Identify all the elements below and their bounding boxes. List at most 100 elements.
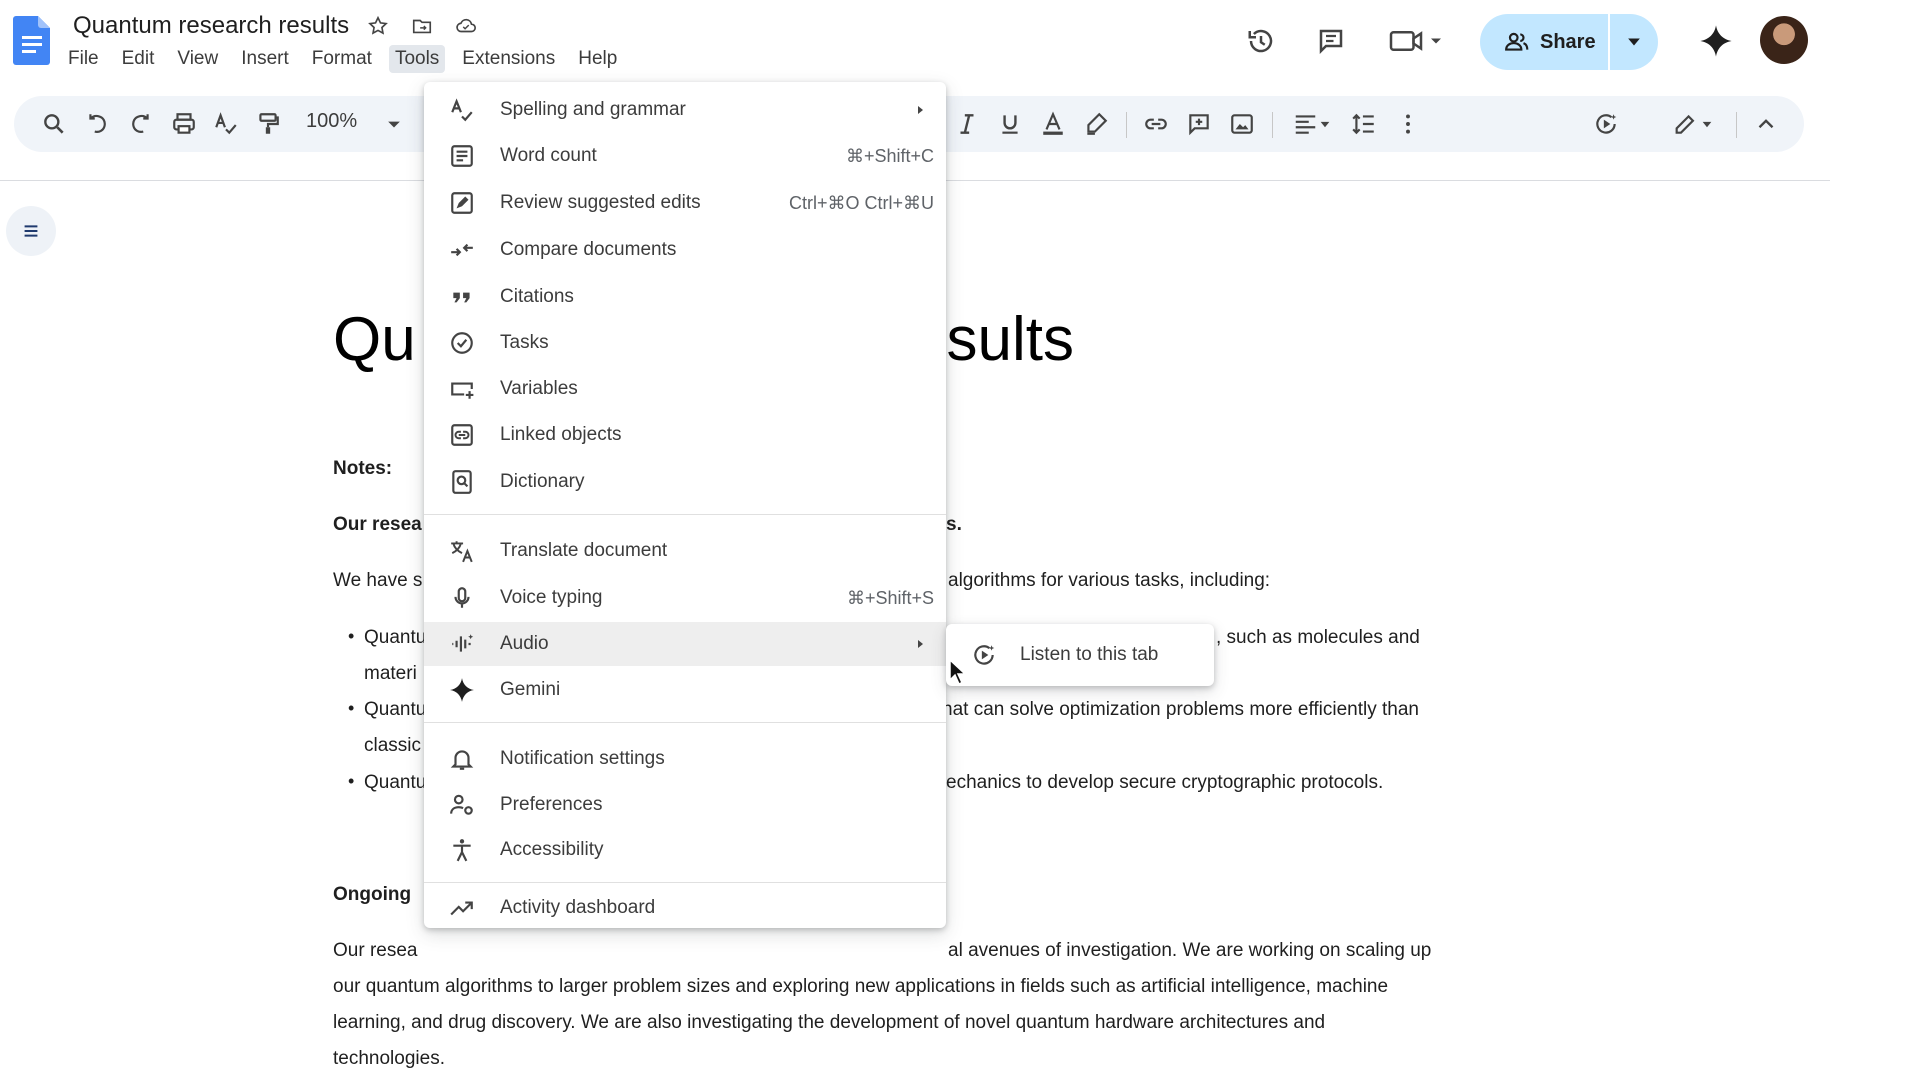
menu-edit[interactable]: Edit [116, 45, 161, 73]
avatar[interactable] [1760, 16, 1808, 64]
more-options-icon[interactable] [1390, 106, 1426, 142]
menu-item-voice-typing[interactable]: Voice typing ⌘+Shift+S [424, 576, 946, 620]
toolbar-divider [1126, 112, 1127, 138]
menu-item-notification-settings[interactable]: Notification settings [424, 737, 946, 781]
cloud-saved-icon[interactable] [451, 11, 481, 41]
text-color-icon[interactable] [1035, 106, 1071, 142]
document-heading-left: Qu [333, 305, 416, 374]
meet-icon[interactable] [1380, 20, 1452, 62]
comments-icon[interactable] [1310, 20, 1352, 62]
italic-icon[interactable] [949, 106, 985, 142]
compare-icon [448, 236, 476, 264]
task-check-icon [448, 329, 476, 357]
menu-item-listen-to-tab[interactable]: Listen to this tab [946, 633, 1214, 677]
menu-item-label: Translate document [500, 540, 668, 561]
menu-item-translate-document[interactable]: Translate document [424, 529, 946, 573]
review-edits-icon [448, 189, 476, 217]
gemini-icon [448, 676, 476, 704]
menu-item-variables[interactable]: Variables [424, 367, 946, 411]
star-icon[interactable] [363, 11, 393, 41]
collapse-menus-icon[interactable] [1748, 106, 1784, 142]
spellcheck-toolbar-icon[interactable] [208, 106, 244, 142]
insert-link-icon[interactable] [1138, 106, 1174, 142]
share-button[interactable]: Share [1480, 14, 1658, 70]
menu-item-word-count[interactable]: Word count ⌘+Shift+C [424, 134, 946, 178]
listen-tab-icon[interactable] [1588, 106, 1624, 142]
menu-item-dictionary[interactable]: Dictionary [424, 460, 946, 504]
menu-item-label: Accessibility [500, 839, 604, 860]
bullet-1-right: , such as molecules and [1216, 627, 1420, 648]
intro-left: We have s [333, 570, 423, 591]
menu-item-label: Listen to this tab [1020, 644, 1159, 665]
bold-line-right: s. [946, 514, 962, 535]
menu-item-accessibility[interactable]: Accessibility [424, 828, 946, 872]
quote-icon [448, 283, 476, 311]
submenu-arrow-icon [918, 106, 923, 114]
menu-item-label: Notification settings [500, 748, 665, 769]
search-menus-icon[interactable] [36, 106, 72, 142]
align-icon[interactable] [1284, 106, 1340, 142]
move-folder-icon[interactable] [407, 11, 437, 41]
menu-item-citations[interactable]: Citations [424, 275, 946, 319]
menu-format[interactable]: Format [306, 45, 378, 73]
menu-item-label: Preferences [500, 794, 603, 815]
menu-item-compare-documents[interactable]: Compare documents [424, 228, 946, 272]
menu-item-audio[interactable]: Audio [424, 622, 946, 666]
paragraph-line1-right: al avenues of investigation. We are work… [948, 940, 1432, 961]
menu-extensions[interactable]: Extensions [456, 45, 561, 73]
undo-icon[interactable] [80, 106, 116, 142]
bullet-2-left: Quantu [364, 699, 427, 720]
menu-item-label: Gemini [500, 679, 561, 700]
word-count-icon [448, 142, 476, 170]
insert-image-icon[interactable] [1224, 106, 1260, 142]
menu-item-preferences[interactable]: Preferences [424, 783, 946, 827]
bell-icon [448, 745, 476, 773]
menu-item-label: Audio [500, 633, 549, 654]
gemini-sparkle-icon[interactable] [1695, 20, 1737, 62]
spellcheck-icon [448, 96, 476, 124]
zoom-select[interactable]: 100% [306, 110, 357, 133]
bullet-dot: • [348, 698, 355, 718]
menu-item-label: Tasks [500, 332, 549, 353]
linked-objects-icon [448, 421, 476, 449]
share-main[interactable]: Share [1480, 14, 1608, 70]
menu-insert[interactable]: Insert [235, 45, 295, 73]
version-history-icon[interactable] [1240, 20, 1282, 62]
menu-tools[interactable]: Tools [388, 45, 446, 73]
menu-view[interactable]: View [171, 45, 224, 73]
docs-logo-icon[interactable] [12, 14, 52, 66]
menu-item-shortcut: ⌘+Shift+S [846, 587, 934, 608]
mouse-pointer-icon [949, 658, 967, 686]
translate-icon [448, 537, 476, 565]
add-comment-icon[interactable] [1181, 106, 1217, 142]
menu-item-label: Spelling and grammar [500, 99, 686, 120]
highlight-icon[interactable] [1078, 106, 1114, 142]
redo-icon[interactable] [122, 106, 158, 142]
bold-line-left: Our resea [333, 514, 422, 535]
line-spacing-icon[interactable] [1346, 106, 1382, 142]
menu-item-linked-objects[interactable]: Linked objects [424, 413, 946, 457]
editing-mode-icon[interactable] [1664, 106, 1724, 142]
menu-item-label: Activity dashboard [500, 897, 656, 918]
menu-item-shortcut: Ctrl+⌘O Ctrl+⌘U [788, 192, 934, 213]
ongoing-label: Ongoing [333, 884, 412, 905]
underline-icon[interactable] [992, 106, 1028, 142]
menu-item-label: Dictionary [500, 471, 585, 492]
document-title[interactable]: Quantum research results [73, 12, 349, 40]
bullet-1-line2: materi [364, 663, 417, 684]
zoom-dropdown-icon[interactable] [376, 106, 412, 142]
menu-item-label: Linked objects [500, 424, 622, 445]
share-dropdown-icon[interactable] [1610, 14, 1658, 70]
share-people-icon [1505, 32, 1529, 51]
menu-item-spelling-grammar[interactable]: Spelling and grammar [424, 88, 946, 132]
paint-format-icon[interactable] [250, 106, 286, 142]
document-outline-button[interactable] [6, 206, 56, 256]
menu-file[interactable]: File [62, 45, 105, 73]
menu-item-review-edits[interactable]: Review suggested edits Ctrl+⌘O Ctrl+⌘U [424, 181, 946, 225]
menu-item-tasks[interactable]: Tasks [424, 321, 946, 365]
print-icon[interactable] [166, 106, 202, 142]
menu-item-gemini[interactable]: Gemini [424, 668, 946, 712]
menu-item-activity-dashboard[interactable]: Activity dashboard [424, 888, 946, 928]
listen-icon [970, 641, 998, 669]
menu-help[interactable]: Help [572, 45, 623, 73]
